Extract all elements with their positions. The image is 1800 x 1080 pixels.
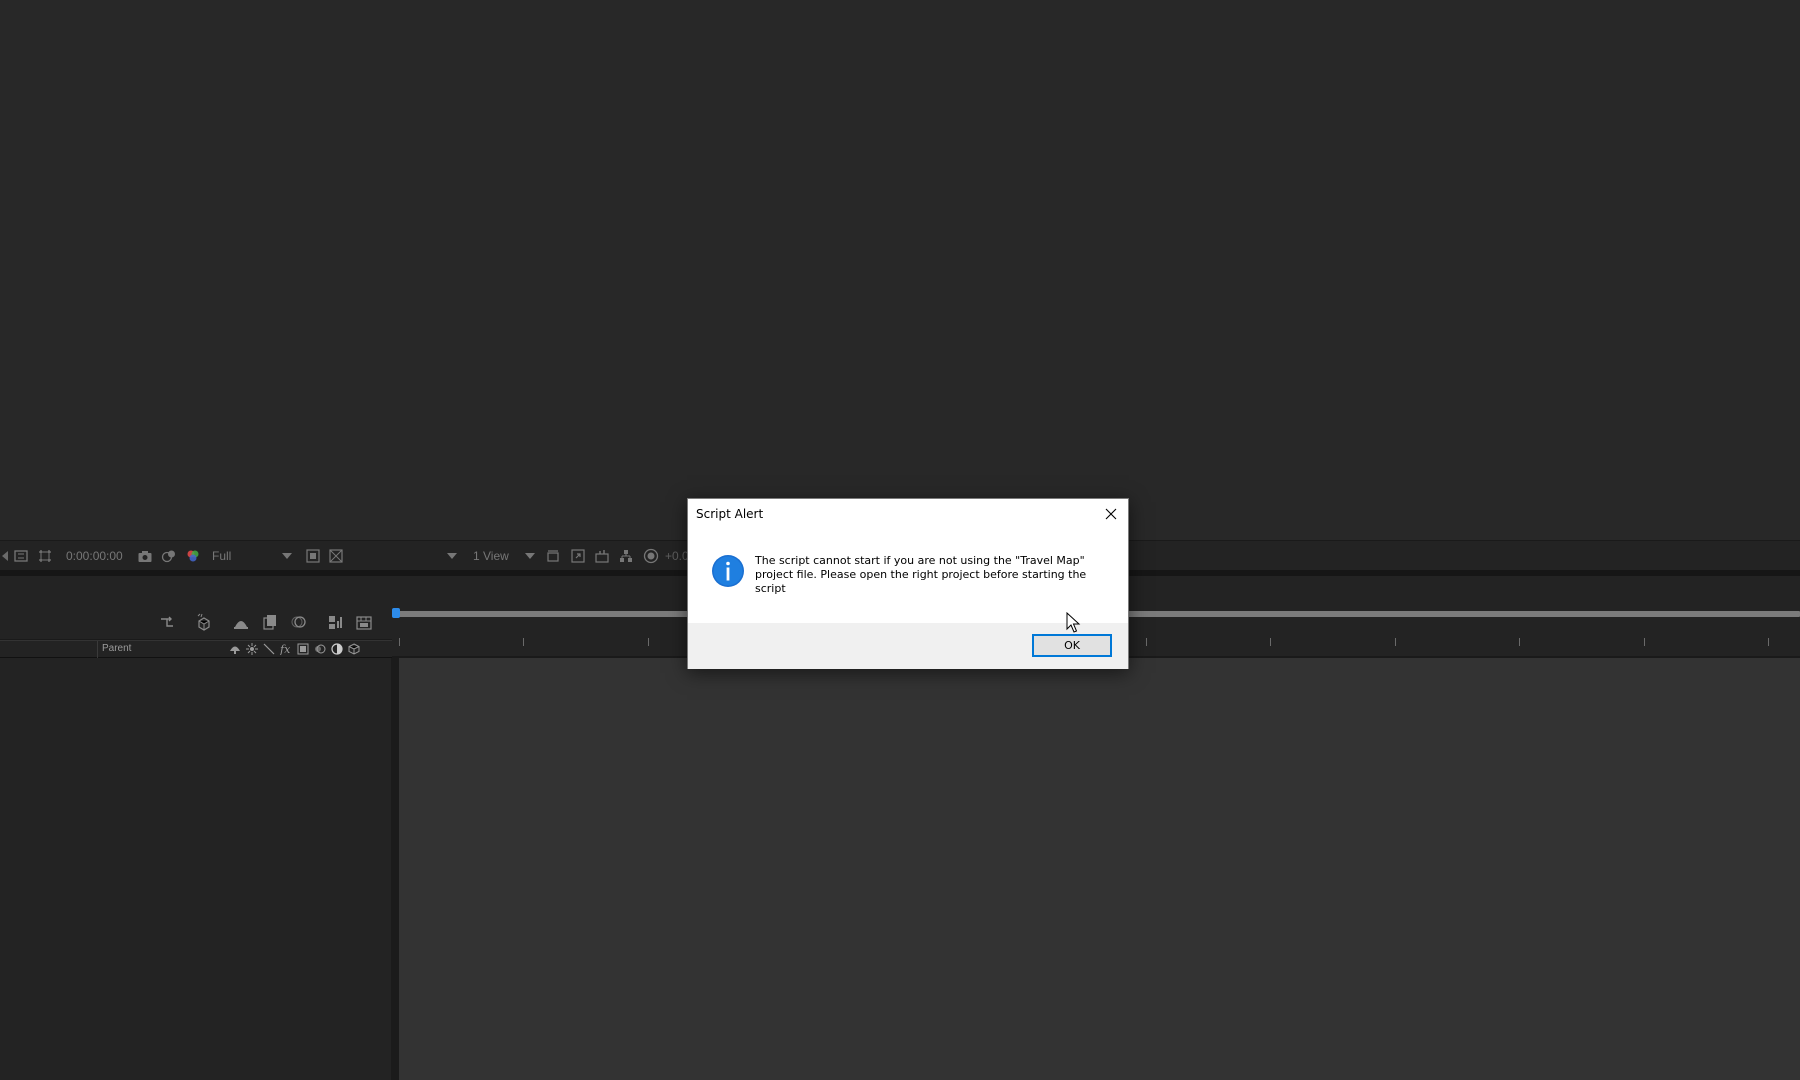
script-alert-dialog: Script Alert The script cannot start if … (687, 498, 1129, 669)
pixel-aspect-icon[interactable] (544, 541, 562, 571)
view-layout-value: 1 View (473, 549, 509, 563)
ok-button[interactable]: OK (1032, 634, 1112, 657)
dialog-titlebar[interactable]: Script Alert (688, 499, 1128, 529)
transparency-grid-icon[interactable] (36, 541, 54, 571)
color-channels-icon[interactable] (184, 541, 202, 571)
timeline-tools (0, 604, 392, 640)
dialog-message: The script cannot start if you are not u… (755, 554, 1087, 595)
flowchart-icon[interactable] (617, 541, 635, 571)
timeline-link-icon[interactable] (593, 541, 611, 571)
view-layout-dropdown[interactable]: 1 View (473, 541, 535, 571)
layer-list[interactable] (0, 658, 391, 1080)
timecode-text: 0:00:00:00 (66, 549, 123, 563)
view-options-dropdown[interactable] (447, 541, 457, 571)
chevron-down-icon (282, 553, 292, 559)
ruler-tick (648, 638, 649, 646)
timecode-display[interactable]: 0:00:00:00 (66, 541, 123, 571)
hide-shy-layers-icon[interactable] (231, 612, 251, 632)
timeline-track-area[interactable] (399, 658, 1800, 1080)
fast-previews-icon[interactable] (327, 541, 345, 571)
draft-3d-icon[interactable] (194, 612, 214, 632)
toolbar-left-arrow[interactable] (2, 541, 8, 571)
composition-flowchart-icon[interactable] (158, 612, 178, 632)
motion-blur-switch-icon[interactable] (313, 642, 327, 656)
comp-settings-icon[interactable] (354, 612, 374, 632)
column-separator[interactable] (97, 641, 98, 659)
effects-switch-icon[interactable]: fx (279, 642, 293, 656)
shy-switch-icon[interactable] (228, 642, 242, 656)
frame-blending-icon[interactable] (260, 612, 280, 632)
ruler-tick (1768, 638, 1769, 646)
dialog-body: The script cannot start if you are not u… (688, 529, 1128, 623)
composition-viewer (0, 0, 1800, 540)
layer-columns-header: Parent fx (0, 640, 392, 659)
quality-switch-icon[interactable] (262, 642, 276, 656)
exposure-text: +0.0 (665, 549, 689, 563)
chevron-down-icon (525, 553, 535, 559)
parent-column-label[interactable]: Parent (102, 643, 131, 654)
playhead-marker[interactable] (392, 608, 400, 618)
fast-draft-icon[interactable] (569, 541, 587, 571)
resolution-dropdown[interactable]: Full (212, 541, 298, 571)
chevron-down-icon (447, 553, 457, 559)
svg-text:fx: fx (280, 643, 291, 655)
info-icon (712, 555, 744, 587)
show-snapshot-icon[interactable] (160, 541, 178, 571)
exposure-value[interactable]: +0.0 (665, 541, 689, 571)
ruler-tick (1644, 638, 1645, 646)
reset-exposure-icon[interactable] (642, 541, 660, 571)
close-icon (1105, 508, 1117, 520)
frame-blend-switch-icon[interactable] (296, 642, 310, 656)
ruler-tick (399, 638, 400, 646)
ruler-tick (1395, 638, 1396, 646)
ruler-tick (523, 638, 524, 646)
close-button[interactable] (1094, 499, 1128, 529)
motion-blur-icon[interactable] (289, 612, 309, 632)
dialog-footer: OK (688, 623, 1128, 669)
adjustment-layer-switch-icon[interactable] (330, 642, 344, 656)
after-effects-workspace: 0:00:00:00 Full 1 View +0.0 Parent fx Sc… (0, 0, 1800, 1080)
snapshot-camera-icon[interactable] (136, 541, 154, 571)
3d-layer-switch-icon[interactable] (347, 642, 361, 656)
toggle-transparency-icon[interactable] (304, 541, 322, 571)
panel-split-handle[interactable] (391, 658, 399, 1080)
collapse-switch-icon[interactable] (245, 642, 259, 656)
resolution-value: Full (212, 549, 232, 563)
ruler-tick (1270, 638, 1271, 646)
region-of-interest-icon[interactable] (12, 541, 30, 571)
ruler-tick (1519, 638, 1520, 646)
ruler-tick (1146, 638, 1147, 646)
layer-switch-icons: fx (228, 642, 361, 656)
mouse-cursor-icon (1066, 612, 1081, 633)
graph-editor-icon[interactable] (326, 612, 346, 632)
dialog-title: Script Alert (696, 507, 764, 521)
